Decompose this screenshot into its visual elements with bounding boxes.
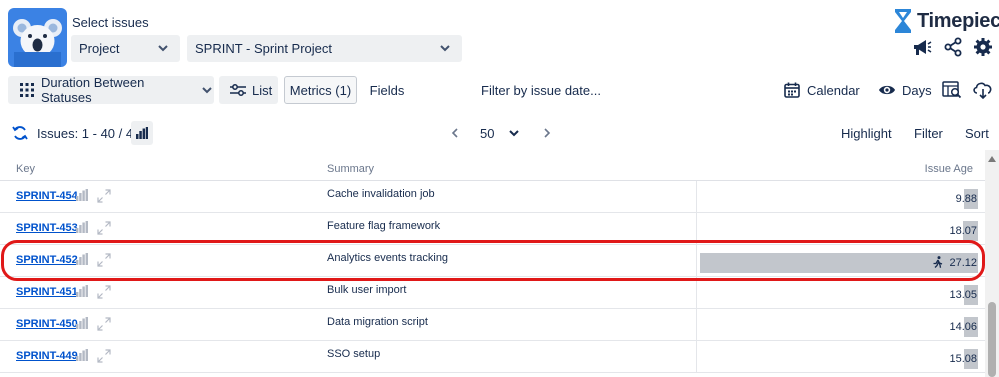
fields-button[interactable]: Fields — [362, 76, 412, 104]
issue-age-value: 13.05 — [949, 289, 977, 301]
table-row[interactable]: SPRINT-454 Cache invalidation job 9.88 — [0, 181, 985, 213]
refresh-icon[interactable] — [12, 125, 28, 141]
bar-chart-icon[interactable] — [76, 189, 88, 201]
highlight-annotation — [1, 240, 985, 281]
issue-key-link[interactable]: SPRINT-449 — [16, 350, 78, 362]
sort-button[interactable]: Sort — [965, 126, 989, 141]
hourglass-icon — [895, 9, 911, 33]
chevron-right-icon[interactable] — [542, 127, 552, 139]
bar-chart-icon[interactable] — [76, 317, 88, 329]
issue-age-value: 9.88 — [955, 193, 977, 205]
app-header: Select issues Project SPRINT - Sprint Pr… — [0, 0, 999, 72]
megaphone-icon[interactable] — [912, 37, 932, 57]
column-summary[interactable]: Summary — [327, 163, 374, 175]
issue-key-link[interactable]: SPRINT-453 — [16, 222, 78, 234]
highlight-button[interactable]: Highlight — [841, 126, 892, 141]
expand-icon[interactable] — [97, 317, 111, 331]
gear-icon[interactable] — [973, 37, 993, 57]
calendar-button[interactable]: Calendar — [784, 76, 860, 104]
chevron-down-icon — [440, 45, 450, 52]
bar-chart-icon[interactable] — [76, 285, 88, 297]
column-divider — [696, 309, 697, 341]
share-icon[interactable] — [943, 37, 963, 57]
issue-summary: Bulk user import — [327, 284, 407, 296]
chart-toggle-button[interactable] — [131, 121, 153, 145]
bar-chart-icon[interactable] — [76, 349, 88, 361]
koala-logo — [8, 8, 67, 67]
report-type-dropdown[interactable]: Duration Between Statuses — [8, 75, 214, 105]
page-size-value[interactable]: 50 — [480, 126, 494, 141]
expand-icon[interactable] — [97, 349, 111, 363]
issue-key-link[interactable]: SPRINT-450 — [16, 318, 78, 330]
issue-key-link[interactable]: SPRINT-454 — [16, 190, 78, 202]
table-row[interactable]: SPRINT-449 SSO setup 15.08 — [0, 341, 985, 373]
issue-age-value: 14.06 — [949, 321, 977, 333]
project-dropdown-value: Project — [79, 41, 120, 56]
sliders-icon — [230, 84, 246, 96]
list-button[interactable]: List — [219, 76, 278, 104]
issues-count: Issues: 1 - 40 / 40 — [37, 126, 141, 141]
select-issues-label: Select issues — [72, 15, 149, 30]
report-type-label: Duration Between Statuses — [41, 75, 145, 105]
issue-age-value: 15.08 — [949, 353, 977, 365]
list-label: List — [252, 82, 273, 98]
chevron-down-icon[interactable] — [508, 127, 520, 139]
table-row[interactable]: SPRINT-451 Bulk user import 13.05 — [0, 277, 985, 309]
column-divider — [696, 341, 697, 373]
column-divider — [696, 181, 697, 213]
scroll-up-arrow[interactable] — [988, 156, 996, 162]
issue-summary: SSO setup — [327, 348, 381, 360]
sprint-dropdown[interactable]: SPRINT - Sprint Project — [187, 35, 462, 62]
sprint-dropdown-value: SPRINT - Sprint Project — [195, 41, 333, 56]
column-issue-age[interactable]: Issue Age — [925, 163, 973, 175]
calendar-icon — [784, 82, 800, 98]
issue-summary: Feature flag framework — [327, 220, 441, 232]
expand-icon[interactable] — [97, 285, 111, 299]
chevron-down-icon — [202, 87, 212, 94]
vertical-scrollbar[interactable] — [985, 150, 999, 377]
cloud-download-icon[interactable] — [972, 80, 994, 100]
metrics-label: Metrics (1) — [289, 82, 352, 98]
table-header: Key Summary Issue Age — [0, 157, 985, 181]
brand-name: Timepiece — [917, 9, 999, 32]
issue-age-value: 18.07 — [949, 225, 977, 237]
filter-by-date-button[interactable]: Filter by issue date... — [480, 76, 602, 104]
filter-button[interactable]: Filter — [914, 126, 943, 141]
search-table-icon[interactable] — [942, 81, 962, 99]
toolbar: Duration Between Statuses List Metrics (… — [0, 72, 999, 108]
chevron-down-icon — [158, 45, 168, 52]
project-dropdown[interactable]: Project — [71, 35, 180, 62]
table-row[interactable]: SPRINT-450 Data migration script 14.06 — [0, 309, 985, 341]
bar-chart-icon[interactable] — [76, 221, 88, 233]
fields-label: Fields — [369, 82, 405, 98]
filter-by-date-label: Filter by issue date... — [481, 82, 601, 98]
grid-icon — [20, 83, 34, 97]
calendar-label: Calendar — [807, 82, 860, 98]
column-key[interactable]: Key — [16, 163, 35, 175]
metrics-button[interactable]: Metrics (1) — [284, 76, 357, 104]
bar-chart-icon — [136, 127, 148, 139]
eye-icon — [879, 85, 895, 95]
scroll-thumb[interactable] — [988, 302, 996, 377]
pagination-bar: Issues: 1 - 40 / 40 50 Highlight Filter … — [0, 116, 999, 150]
issue-summary: Data migration script — [327, 316, 428, 328]
expand-icon[interactable] — [97, 221, 111, 235]
issue-key-link[interactable]: SPRINT-451 — [16, 286, 78, 298]
brand: Timepiece — [893, 8, 999, 34]
column-divider — [696, 277, 697, 309]
days-label: Days — [902, 82, 932, 98]
issue-summary: Cache invalidation job — [327, 188, 435, 200]
expand-icon[interactable] — [97, 189, 111, 203]
chevron-left-icon[interactable] — [450, 127, 460, 139]
days-button[interactable]: Days — [878, 76, 932, 104]
